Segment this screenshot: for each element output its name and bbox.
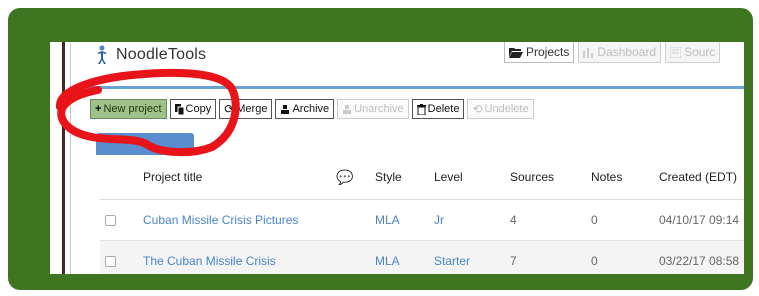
plus-icon: + bbox=[95, 103, 102, 115]
project-style[interactable]: MLA bbox=[375, 213, 400, 227]
new-project-label: New project bbox=[103, 103, 162, 115]
project-created-date: 03/22/17 08:58 bbox=[659, 254, 740, 268]
table-row: Cuban Missile Crisis Pictures MLA Jr 4 0… bbox=[100, 200, 744, 241]
archive-button[interactable]: Archive bbox=[275, 99, 335, 119]
project-sources-count: 4 bbox=[510, 213, 517, 227]
unarchive-label: Unarchive bbox=[354, 103, 404, 115]
app-title: NoodleTools bbox=[116, 46, 207, 63]
copy-button[interactable]: Copy bbox=[169, 99, 217, 119]
header-divider bbox=[72, 86, 744, 89]
project-created-date: 04/10/17 09:14 bbox=[659, 213, 740, 227]
project-toolbar: + New project Copy ⟳ Merge Archive Unarc… bbox=[90, 99, 534, 119]
copy-label: Copy bbox=[185, 103, 212, 115]
project-style[interactable]: MLA bbox=[375, 254, 400, 268]
merge-button[interactable]: ⟳ Merge bbox=[219, 99, 273, 119]
column-header-sources[interactable]: Sources bbox=[510, 170, 554, 184]
delete-button[interactable]: Delete bbox=[411, 99, 465, 119]
project-level[interactable]: Starter bbox=[434, 254, 470, 268]
row-checkbox[interactable] bbox=[105, 214, 116, 226]
copy-icon bbox=[174, 103, 184, 115]
project-notes-count: 0 bbox=[591, 254, 598, 268]
tab-dashboard[interactable]: Dashboard bbox=[578, 42, 662, 63]
project-sources-count: 7 bbox=[510, 254, 517, 268]
table-row: The Cuban Missile Crisis MLA Starter 7 0… bbox=[100, 241, 744, 274]
left-border bbox=[62, 42, 65, 274]
tab-projects[interactable]: Projects bbox=[504, 42, 575, 63]
tab-sources-label: Sourc bbox=[684, 45, 716, 59]
new-project-button[interactable]: + New project bbox=[90, 99, 167, 119]
project-level[interactable]: Jr bbox=[434, 213, 444, 227]
screenshot-frame: NoodleTools Projects Dashboard Sourc + N… bbox=[8, 8, 753, 290]
folder-open-icon bbox=[509, 47, 523, 58]
undo-icon: ⟲ bbox=[472, 102, 483, 116]
project-title-link[interactable]: The Cuban Missile Crisis bbox=[143, 254, 276, 268]
tab-sources[interactable]: Sourc bbox=[665, 42, 721, 63]
list-icon bbox=[670, 46, 682, 58]
archive-icon bbox=[281, 105, 290, 114]
undelete-label: Undelete bbox=[484, 103, 529, 115]
comment-icon[interactable]: 💬 bbox=[336, 169, 353, 186]
bar-chart-icon bbox=[583, 47, 594, 58]
merge-label: Merge bbox=[236, 103, 268, 115]
column-header-created[interactable]: Created (EDT) bbox=[659, 170, 737, 184]
column-header-style[interactable]: Style bbox=[375, 170, 402, 184]
noodletools-logo-icon bbox=[97, 45, 107, 64]
app-logo[interactable]: NoodleTools bbox=[94, 45, 206, 65]
left-divider bbox=[70, 42, 71, 274]
unarchive-icon bbox=[343, 105, 352, 114]
top-tabs: Projects Dashboard Sourc bbox=[504, 42, 724, 63]
tab-dashboard-label: Dashboard bbox=[597, 45, 657, 59]
undelete-button[interactable]: ⟲ Undelete bbox=[467, 99, 534, 119]
projects-table: Project title 💬 Style Level Sources Note… bbox=[100, 155, 744, 274]
column-header-notes[interactable]: Notes bbox=[591, 170, 622, 184]
archive-label: Archive bbox=[292, 103, 330, 115]
unarchive-button[interactable]: Unarchive bbox=[337, 99, 409, 119]
trash-icon bbox=[416, 103, 426, 115]
refresh-icon: ⟳ bbox=[224, 102, 235, 116]
delete-label: Delete bbox=[427, 103, 460, 115]
column-header-title[interactable]: Project title bbox=[143, 170, 202, 184]
tab-projects-label: Projects bbox=[526, 45, 570, 59]
row-checkbox[interactable] bbox=[105, 255, 116, 267]
column-header-level[interactable]: Level bbox=[434, 170, 463, 184]
app-screenshot: NoodleTools Projects Dashboard Sourc + N… bbox=[50, 42, 744, 274]
project-title-link[interactable]: Cuban Missile Crisis Pictures bbox=[143, 213, 298, 227]
project-notes-count: 0 bbox=[591, 213, 598, 227]
project-list-tab[interactable] bbox=[96, 133, 194, 155]
table-header: Project title 💬 Style Level Sources Note… bbox=[100, 155, 744, 200]
